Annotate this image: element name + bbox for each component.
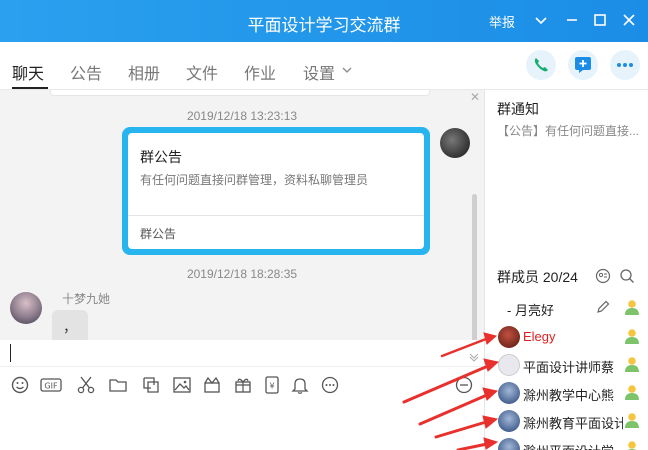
minimize-icon[interactable]: [563, 11, 581, 29]
tab-album[interactable]: 相册: [128, 60, 160, 84]
member-item[interactable]: Elegy: [493, 323, 648, 351]
close-icon[interactable]: [620, 11, 638, 29]
member-name: 滁州平面设计学: [523, 441, 623, 450]
announcement-card: 群公告 有任何问题直接问群管理，资料私聊管理员 群公告: [128, 133, 424, 249]
group-notice-title[interactable]: 群通知: [497, 99, 539, 119]
member-item[interactable]: 滁州教育平面设计: [493, 407, 648, 435]
avatar: [498, 354, 520, 376]
phone-call-button[interactable]: [526, 50, 556, 80]
chat-history[interactable]: ✕ 2019/12/18 13:23:13 群公告 有任何问题直接问群管理，资料…: [0, 90, 484, 366]
gif-icon[interactable]: GIF: [40, 375, 62, 395]
message-timestamp: 2019/12/18 18:28:35: [186, 267, 298, 281]
chevron-down-icon[interactable]: [532, 11, 550, 29]
avatar: [498, 410, 520, 432]
gift-box-icon[interactable]: [202, 375, 222, 395]
group-sidebar: 群通知 【公告】有任何问题直接... 群成员 20/24 - 月亮好 Elegy…: [484, 90, 648, 450]
avatar: [498, 326, 520, 348]
bell-icon[interactable]: [290, 375, 310, 395]
avatar: [498, 438, 520, 450]
tab-files[interactable]: 文件: [186, 60, 218, 84]
active-tab-indicator: [12, 87, 48, 89]
member-role-icon: [627, 441, 637, 450]
picture-icon[interactable]: [172, 375, 192, 395]
image-cut-icon[interactable]: [141, 375, 161, 395]
member-item[interactable]: 平面设计讲师蔡: [493, 351, 648, 379]
previous-message-card: [50, 90, 430, 96]
avatar: [498, 382, 520, 404]
red-packet-icon[interactable]: ¥: [262, 375, 282, 395]
member-manage-icon[interactable]: [595, 268, 611, 284]
announcement-description: 有任何问题直接问群管理，资料私聊管理员: [140, 173, 369, 187]
member-name: 平面设计讲师蔡: [523, 360, 615, 375]
tab-announcement[interactable]: 公告: [70, 60, 102, 84]
member-name: 滁州教育平面设计: [523, 416, 623, 431]
svg-text:¥: ¥: [269, 382, 274, 391]
more-options-button[interactable]: [610, 50, 640, 80]
member-name: - 月亮好: [507, 303, 554, 318]
composer-line: [0, 340, 484, 366]
member-name: 滁州教学中心熊: [523, 388, 615, 403]
window-title: 平面设计学习交流群: [247, 16, 401, 35]
report-button[interactable]: 举报: [489, 12, 515, 31]
scrollbar[interactable]: [472, 194, 477, 364]
member-role-icon: [625, 357, 639, 372]
more-icon: [617, 63, 633, 67]
text-cursor: [10, 344, 11, 362]
announcement-footer: 群公告: [140, 227, 177, 241]
message-input[interactable]: [0, 402, 484, 450]
history-icon[interactable]: [454, 375, 474, 395]
folder-icon[interactable]: [108, 375, 128, 395]
tab-homework[interactable]: 作业: [244, 60, 276, 84]
more-icon[interactable]: [320, 375, 340, 395]
group-notice-text[interactable]: 【公告】有任何问题直接...: [497, 122, 639, 139]
avatar[interactable]: [10, 292, 42, 324]
member-role-icon: [625, 413, 639, 428]
announcement-title: 群公告: [140, 149, 182, 165]
search-icon[interactable]: [619, 268, 635, 284]
emoji-icon[interactable]: [10, 375, 30, 395]
scissors-icon[interactable]: [76, 375, 96, 395]
close-icon[interactable]: ✕: [470, 90, 480, 104]
member-item[interactable]: 滁州平面设计学: [493, 435, 648, 450]
member-item[interactable]: 滁州教学中心熊: [493, 379, 648, 407]
member-role-icon: [625, 329, 639, 344]
edit-icon[interactable]: [595, 299, 611, 315]
collapse-icon[interactable]: [469, 352, 479, 362]
maximize-icon[interactable]: [591, 11, 609, 29]
gift-icon[interactable]: [233, 375, 253, 395]
message-timestamp: 2019/12/18 13:23:13: [186, 109, 298, 123]
title-bar: 平面设计学习交流群 举报: [0, 0, 648, 42]
tab-settings[interactable]: 设置: [303, 60, 335, 84]
sender-name[interactable]: 十梦九她: [62, 290, 110, 307]
divider: [128, 215, 424, 216]
members-count: 群成员 20/24: [497, 269, 578, 285]
member-role-icon: [625, 385, 639, 400]
member-name: Elegy: [523, 329, 556, 344]
input-toolbar: GIF ¥: [0, 366, 484, 402]
tab-chat[interactable]: 聊天: [12, 60, 44, 84]
announcement-bubble[interactable]: 群公告 有任何问题直接问群管理，资料私聊管理员 群公告: [122, 127, 430, 255]
add-app-icon: [575, 57, 591, 73]
phone-icon: [534, 58, 548, 72]
avatar[interactable]: [440, 128, 470, 158]
member-role-icon: [625, 300, 639, 315]
chevron-down-icon: [342, 67, 352, 73]
member-item[interactable]: - 月亮好: [493, 294, 648, 322]
add-app-button[interactable]: [568, 50, 598, 80]
svg-text:GIF: GIF: [44, 382, 58, 391]
